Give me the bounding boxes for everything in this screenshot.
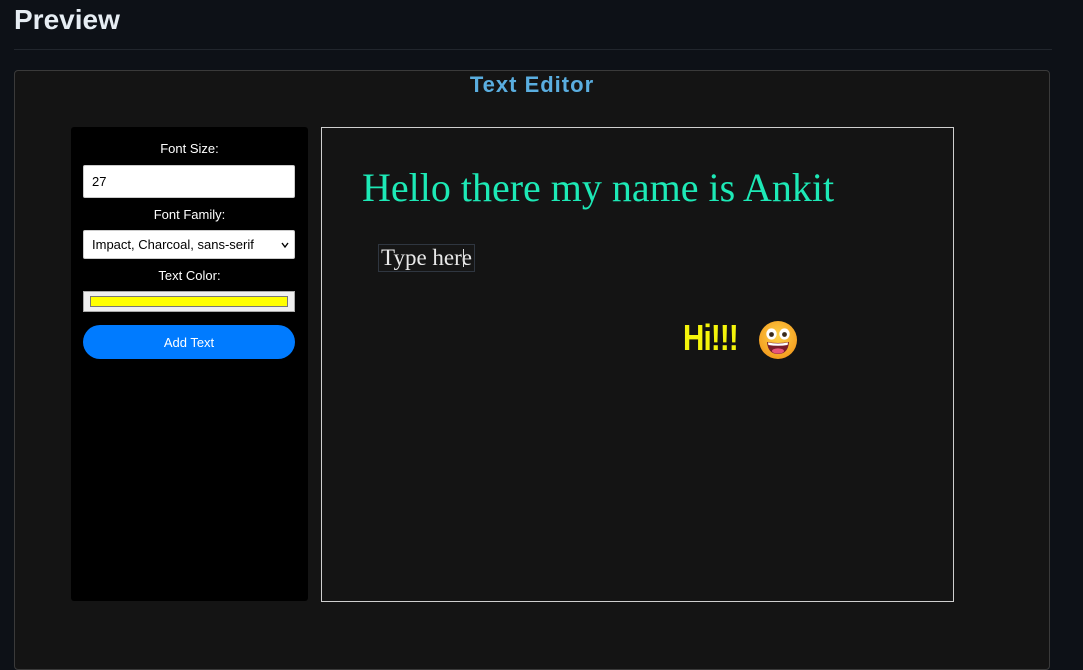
add-text-button[interactable]: Add Text [83,325,295,359]
font-family-select[interactable]: Impact, Charcoal, sans-serif [83,230,295,259]
grinning-face-emoji-icon[interactable] [758,320,798,360]
text-color-swatch [90,296,288,307]
text-cursor [463,249,464,267]
font-family-label: Font Family: [153,207,226,222]
canvas-heading-text[interactable]: Hello there my name is Ankit [362,164,834,212]
page-title: Preview [14,4,120,35]
preview-frame: Text Editor Font Size: Font Family: Impa… [14,70,1050,670]
canvas-hi-text[interactable]: Hi!!! [683,316,739,360]
text-color-label: Text Color: [158,268,221,283]
page-header: Preview [14,0,1052,50]
font-family-value: Impact, Charcoal, sans-serif [92,237,254,252]
chevron-down-icon [281,242,289,249]
font-size-label: Font Size: [160,141,219,156]
font-size-input[interactable] [83,165,295,198]
editable-text: Type here [381,245,472,270]
editor-title: Text Editor [469,72,595,97]
editable-text-box[interactable]: Type here [378,244,475,272]
text-color-input[interactable] [83,291,295,312]
text-canvas[interactable]: Hello there my name is Ankit Type here H… [321,127,954,602]
controls-panel: Font Size: Font Family: Impact, Charcoal… [71,127,308,601]
